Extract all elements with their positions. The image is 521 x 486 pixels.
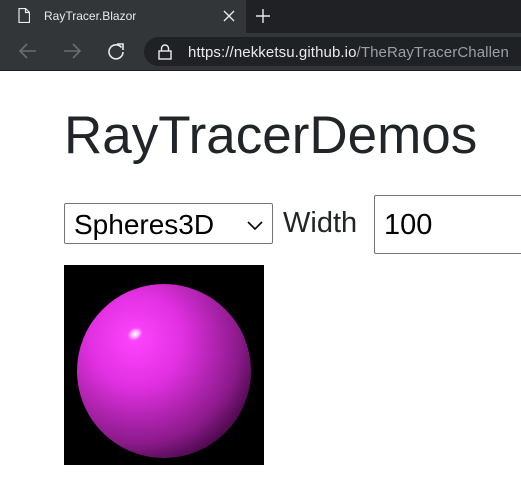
tab-strip: RayTracer.Blazor [0, 0, 521, 33]
demo-select-value: Spheres3D [74, 209, 215, 240]
forward-arrow-icon[interactable] [62, 42, 82, 65]
lock-icon[interactable] [158, 44, 172, 65]
width-input[interactable]: 100 [374, 195, 521, 254]
address-bar[interactable]: https://nekketsu.github.io/TheRayTracerC… [144, 37, 521, 66]
sphere-render [77, 284, 251, 458]
reload-icon[interactable] [106, 42, 126, 67]
page-title: RayTracerDemos [64, 106, 478, 165]
width-input-value: 100 [384, 209, 433, 241]
back-arrow-icon[interactable] [18, 42, 38, 65]
close-icon[interactable] [222, 9, 236, 28]
browser-toolbar: https://nekketsu.github.io/TheRayTracerC… [0, 33, 521, 71]
render-canvas [64, 265, 264, 465]
tab-title: RayTracer.Blazor [44, 9, 137, 23]
plus-icon[interactable] [255, 8, 271, 29]
page-icon [18, 7, 31, 28]
width-label: Width [283, 207, 358, 239]
url-text[interactable]: https://nekketsu.github.io/TheRayTracerC… [188, 44, 509, 61]
demo-select[interactable]: Spheres3D [64, 203, 273, 244]
page-content: RayTracerDemos Spheres3D Width 100 [0, 71, 521, 486]
chevron-down-icon [247, 218, 263, 236]
browser-tab[interactable]: RayTracer.Blazor [0, 0, 246, 33]
